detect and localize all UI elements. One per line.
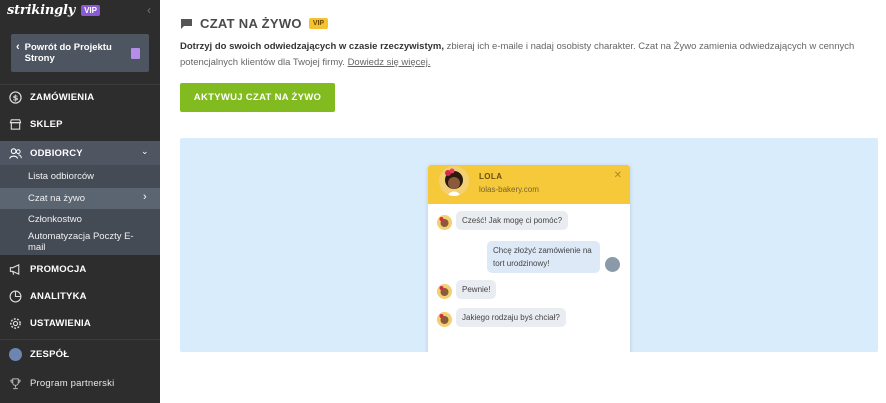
- brand-logo: strikingly: [7, 2, 76, 18]
- page-header: CZAT NA ŻYWO VIP: [180, 16, 329, 31]
- close-icon[interactable]: ✕: [614, 170, 622, 181]
- gear-icon: [10, 317, 21, 329]
- subitem-membership[interactable]: Członkostwo: [28, 214, 82, 225]
- nav-label: PROMOCJA: [30, 263, 87, 275]
- nav-label: ZAMÓWIENIA: [30, 91, 95, 103]
- agent-site: lolas-bakery.com: [479, 185, 539, 194]
- agent-mini-avatar: [437, 312, 452, 327]
- agent-mini-avatar: [437, 284, 452, 299]
- app: strikingly VIP ‹ ‹ Powrót do Projektu St…: [0, 0, 886, 403]
- svg-text:$: $: [13, 92, 19, 102]
- store-icon: [9, 118, 22, 130]
- chat-message: Cześć! Jak mogę ci pomóc?: [456, 211, 569, 230]
- activate-live-chat-button[interactable]: AKTYWUJ CZAT NA ŻYWO: [180, 83, 335, 112]
- description-bold: Dotrzyj do swoich odwiedzających w czasi…: [180, 41, 444, 52]
- page-icon: [131, 48, 140, 59]
- team-avatar-icon: [9, 347, 22, 361]
- agent-photo-icon: [439, 166, 469, 196]
- agent-name: LOLA: [479, 172, 503, 181]
- dollar-icon: $: [9, 90, 22, 104]
- chevron-left-icon: ‹: [16, 41, 20, 53]
- page-description: Dotrzyj do swoich odwiedzających w czasi…: [180, 39, 870, 71]
- nav-item-settings[interactable]: USTAWIENIA: [0, 312, 160, 334]
- user-avatar: [605, 257, 620, 272]
- users-icon: [9, 147, 22, 159]
- nav-label: SKLEP: [30, 118, 63, 130]
- nav-item-team[interactable]: ZESPÓŁ: [0, 343, 160, 365]
- chevron-down-icon: ⌄: [141, 146, 149, 156]
- nav-item-store[interactable]: SKLEP: [0, 113, 160, 135]
- chat-message-user: Chcę złożyć zamówienie na tort urodzinow…: [487, 241, 600, 273]
- chevron-right-icon: ›: [143, 191, 147, 203]
- page-title: CZAT NA ŻYWO: [200, 16, 302, 31]
- nav-item-partner-program[interactable]: Program partnerski: [0, 372, 160, 394]
- chat-message: Pewnie!: [456, 280, 497, 299]
- trophy-icon: [10, 377, 21, 389]
- learn-more-link[interactable]: Dowiedz się więcej.: [348, 57, 431, 68]
- chat-message: Jakiego rodzaju byś chciał?: [456, 308, 566, 327]
- sidebar: strikingly VIP ‹ ‹ Powrót do Projektu St…: [0, 0, 160, 403]
- divider: [0, 84, 160, 85]
- megaphone-icon: [9, 263, 20, 275]
- pie-chart-icon: [9, 290, 22, 302]
- nav-label: ANALITYKA: [30, 290, 87, 302]
- subitem-live-chat[interactable]: Czat na żywo: [28, 193, 85, 204]
- agent-mini-avatar: [437, 215, 452, 230]
- chat-widget-header: LOLA lolas-bakery.com ✕: [428, 165, 630, 204]
- nav-item-promotion[interactable]: PROMOCJA: [0, 258, 160, 280]
- chat-widget: LOLA lolas-bakery.com ✕ Cześć! Jak mogę …: [428, 165, 630, 352]
- back-label: Powrót do Projektu Strony: [24, 42, 112, 64]
- subitem-email-automation[interactable]: Automatyzacja Poczty E-mail: [28, 231, 148, 253]
- back-to-site-button[interactable]: ‹ Powrót do Projektu Strony: [11, 34, 149, 72]
- subitem-audience-list[interactable]: Lista odbiorców: [28, 171, 94, 182]
- nav-label: USTAWIENIA: [30, 317, 91, 329]
- vip-badge: VIP: [308, 18, 329, 29]
- chat-bubble-icon: [181, 18, 192, 29]
- agent-avatar: [439, 166, 469, 196]
- main-content: CZAT NA ŻYWO VIP Dotrzyj do swoich odwie…: [160, 0, 886, 403]
- collapse-sidebar-icon[interactable]: ‹: [147, 3, 151, 17]
- nav-item-analytics[interactable]: ANALITYKA: [0, 285, 160, 307]
- nav-item-audience[interactable]: ODBIORCY ⌄: [0, 142, 160, 164]
- nav-label: Program partnerski: [30, 377, 115, 389]
- divider: [0, 339, 160, 340]
- nav-item-orders[interactable]: $ ZAMÓWIENIA: [0, 86, 160, 108]
- chat-preview: LOLA lolas-bakery.com ✕ Cześć! Jak mogę …: [180, 138, 878, 352]
- brand[interactable]: strikingly VIP: [7, 2, 100, 18]
- nav-label: ODBIORCY: [30, 147, 83, 159]
- nav-label: ZESPÓŁ: [30, 348, 70, 360]
- vip-badge: VIP: [81, 4, 100, 16]
